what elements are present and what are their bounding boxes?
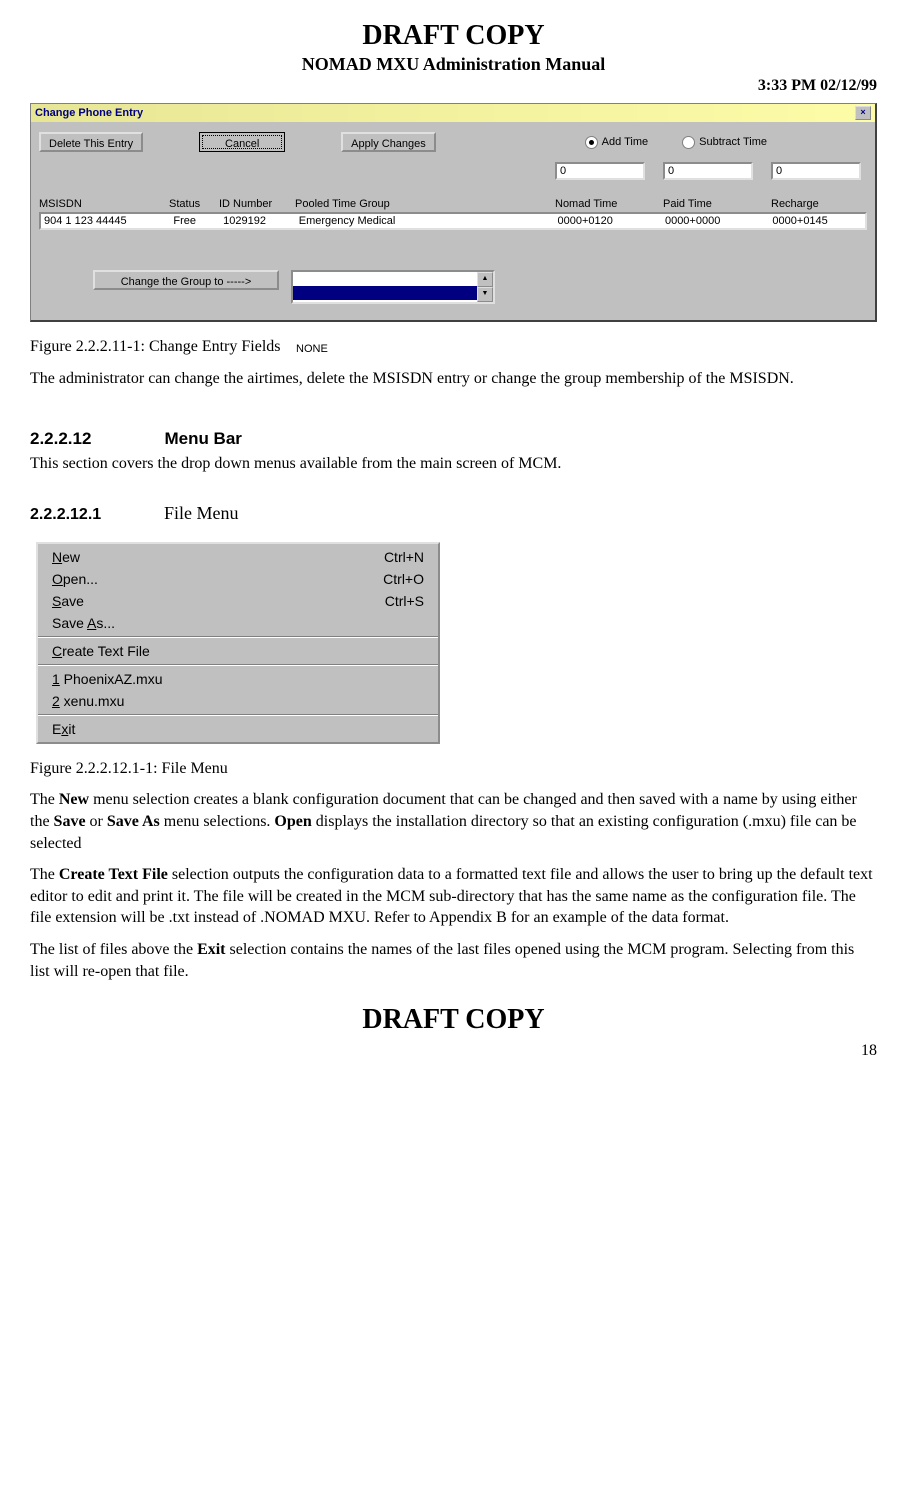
cell-pooled: Emergency Medical — [299, 215, 558, 227]
cell-msisdn: 904 1 123 44445 — [44, 215, 173, 227]
figure-caption-2: Figure 2.2.2.12.1-1: File Menu — [30, 758, 877, 780]
window-titlebar: Change Phone Entry × — [31, 104, 875, 122]
cell-recharge: 0000+0145 — [772, 215, 862, 227]
cell-paid: 0000+0000 — [665, 215, 772, 227]
menu-item-save-as[interactable]: Save As... — [38, 612, 438, 634]
apply-changes-button[interactable]: Apply Changes — [341, 132, 436, 152]
file-menu: New Ctrl+N Open... Ctrl+O Save Ctrl+S Sa… — [36, 542, 440, 744]
col-status: Status — [169, 198, 219, 210]
col-pooled: Pooled Time Group — [295, 198, 555, 210]
radio-unselected-icon — [682, 136, 695, 149]
shortcut-label: Ctrl+S — [385, 593, 424, 609]
shortcut-label: Ctrl+N — [384, 549, 424, 565]
menu-item-save[interactable]: Save Ctrl+S — [38, 590, 438, 612]
figure-caption-1: Figure 2.2.2.11-1: Change Entry Fields — [30, 336, 877, 358]
subsection-title: File Menu — [164, 503, 239, 523]
add-time-label: Add Time — [602, 136, 648, 148]
menu-item-recent-1[interactable]: 1 PhoenixAZ.mxu — [38, 668, 438, 690]
time-input-3[interactable] — [771, 162, 861, 180]
section-heading: 2.2.2.12 Menu Bar — [30, 429, 877, 449]
menu-item-create-text-file[interactable]: Create Text File — [38, 640, 438, 662]
cancel-button[interactable]: Cancel — [199, 132, 285, 152]
section-title: Menu Bar — [164, 429, 241, 448]
time-input-1[interactable] — [555, 162, 645, 180]
table-header: MSISDN Status ID Number Pooled Time Grou… — [39, 198, 867, 210]
group-listbox[interactable]: NONE Emergency Medical ▲ ▼ — [291, 270, 495, 304]
col-idnum: ID Number — [219, 198, 295, 210]
scroll-up-icon[interactable]: ▲ — [477, 272, 493, 287]
shortcut-label: Ctrl+O — [383, 571, 424, 587]
radio-selected-icon — [585, 136, 598, 149]
subsection-number: 2.2.2.12.1 — [30, 506, 160, 524]
col-msisdn: MSISDN — [39, 198, 169, 210]
menu-item-new[interactable]: New Ctrl+N — [38, 546, 438, 568]
paragraph: The list of files above the Exit selecti… — [30, 939, 877, 982]
header-draft: DRAFT COPY — [30, 20, 877, 52]
page-number: 18 — [30, 1042, 877, 1060]
header-timestamp: 3:33 PM 02/12/99 — [30, 77, 877, 95]
window-title: Change Phone Entry — [35, 107, 143, 119]
delete-entry-button[interactable]: Delete This Entry — [39, 132, 143, 152]
col-nomad: Nomad Time — [555, 198, 663, 210]
change-group-button[interactable]: Change the Group to -----> — [93, 270, 279, 290]
close-icon[interactable]: × — [855, 106, 871, 120]
header-title: NOMAD MXU Administration Manual — [30, 54, 877, 75]
menu-item-exit[interactable]: Exit — [38, 718, 438, 740]
data-row[interactable]: 904 1 123 44445 Free 1029192 Emergency M… — [39, 212, 867, 230]
paragraph: The New menu selection creates a blank c… — [30, 789, 877, 854]
col-recharge: Recharge — [771, 198, 861, 210]
col-paid: Paid Time — [663, 198, 771, 210]
footer-draft: DRAFT COPY — [30, 1004, 877, 1036]
subsection-heading: 2.2.2.12.1 File Menu — [30, 503, 877, 524]
paragraph: The administrator can change the airtime… — [30, 368, 877, 390]
paragraph: The Create Text File selection outputs t… — [30, 864, 877, 929]
menu-item-open[interactable]: Open... Ctrl+O — [38, 568, 438, 590]
subtract-time-label: Subtract Time — [699, 136, 767, 148]
paragraph: This section covers the drop down menus … — [30, 453, 877, 475]
cell-idnum: 1029192 — [223, 215, 299, 227]
add-time-radio[interactable]: Add Time — [585, 136, 648, 149]
scrollbar[interactable]: ▲ ▼ — [477, 272, 493, 302]
scroll-down-icon[interactable]: ▼ — [477, 287, 493, 302]
menu-item-recent-2[interactable]: 2 xenu.mxu — [38, 690, 438, 712]
list-item[interactable]: Emergency Medical — [293, 286, 477, 300]
change-phone-entry-window: Change Phone Entry × Delete This Entry C… — [30, 103, 877, 322]
list-item[interactable]: NONE — [293, 272, 477, 286]
cell-nomad: 0000+0120 — [557, 215, 664, 227]
time-input-2[interactable] — [663, 162, 753, 180]
cell-status: Free — [173, 215, 223, 227]
subtract-time-radio[interactable]: Subtract Time — [682, 136, 767, 149]
section-number: 2.2.2.12 — [30, 429, 160, 449]
